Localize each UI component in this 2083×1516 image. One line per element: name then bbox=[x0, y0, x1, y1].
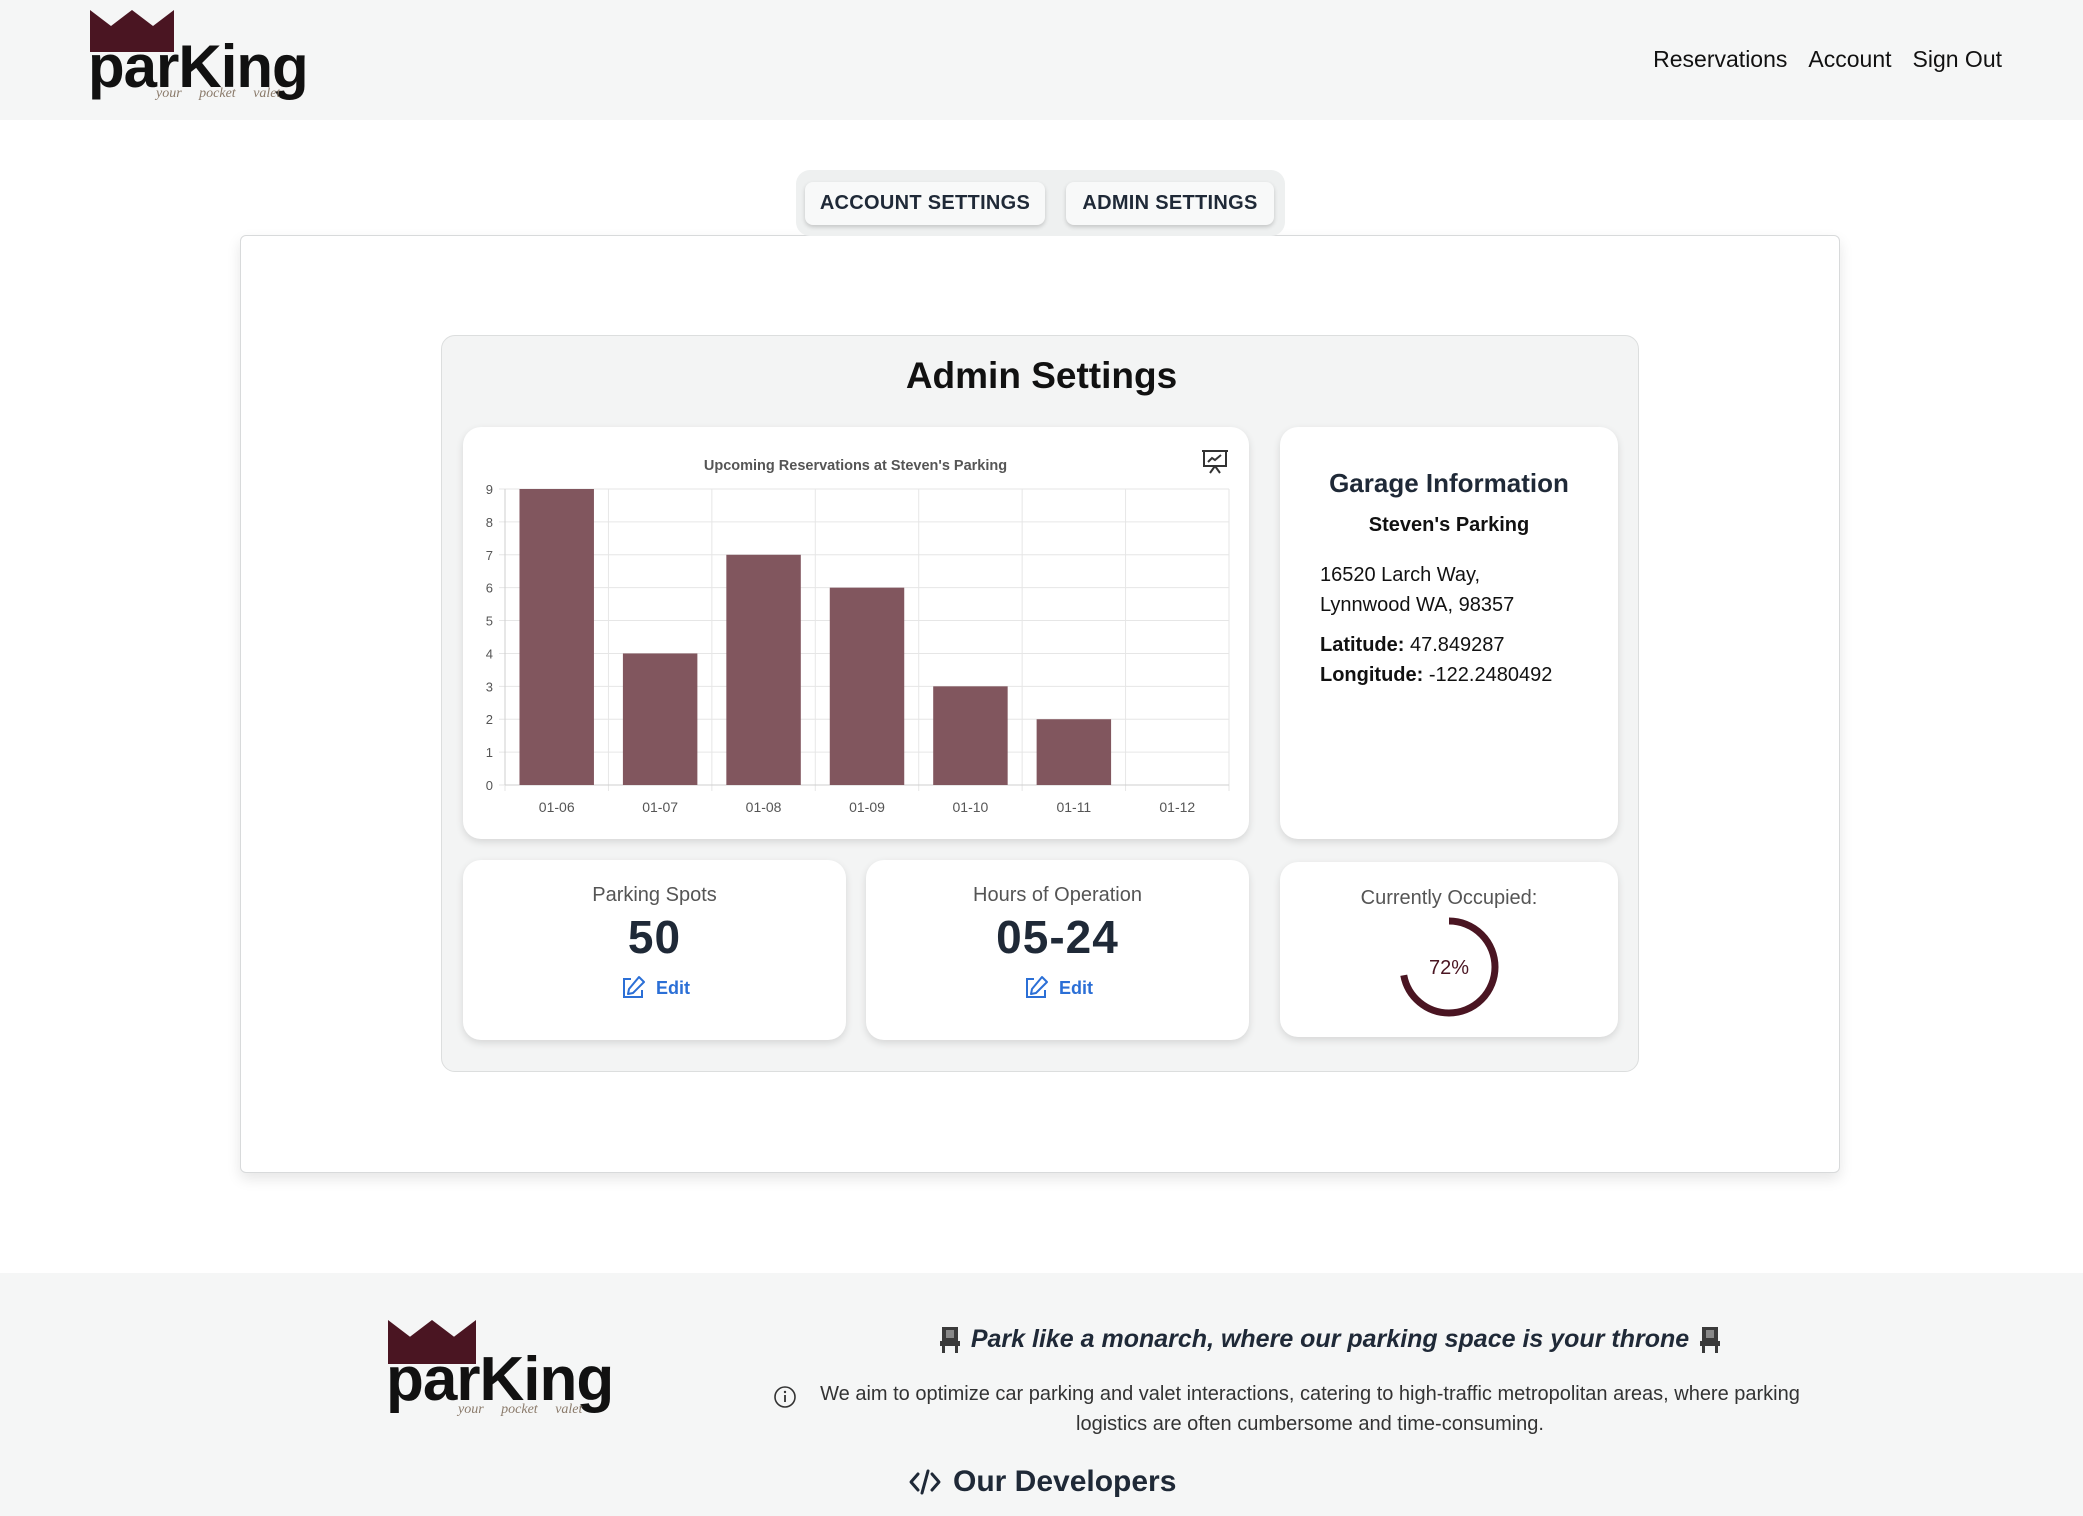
occupancy-percent: 72% bbox=[1429, 957, 1469, 979]
our-developers-heading: Our Developers bbox=[909, 1465, 1176, 1499]
header-logo[interactable]: parKing your pocket valet bbox=[88, 10, 318, 105]
x-tick-label: 01-10 bbox=[953, 799, 989, 815]
garage-longitude: Longitude: -122.2480492 bbox=[1320, 664, 1552, 687]
edit-label: Edit bbox=[656, 977, 690, 998]
x-tick-label: 01-09 bbox=[849, 799, 885, 815]
y-tick-label: 8 bbox=[486, 515, 493, 530]
latitude-value: 47.849287 bbox=[1410, 634, 1505, 656]
code-icon bbox=[909, 1469, 941, 1495]
throne-icon bbox=[939, 1326, 960, 1353]
y-tick-label: 1 bbox=[486, 745, 493, 760]
garage-name: Steven's Parking bbox=[1368, 514, 1530, 536]
tab-account-settings[interactable]: ACCOUNT SETTINGS bbox=[805, 182, 1045, 225]
nav-sign-out[interactable]: Sign Out bbox=[1913, 46, 2003, 73]
developers-label: Our Developers bbox=[953, 1465, 1177, 1498]
top-header: parKing your pocket valet Reservations A… bbox=[0, 0, 2083, 120]
throne-icon bbox=[1700, 1326, 1721, 1353]
chart-bar bbox=[726, 554, 801, 785]
longitude-label: Longitude: bbox=[1320, 664, 1424, 686]
y-tick-label: 0 bbox=[486, 778, 493, 793]
chart-bar bbox=[1036, 719, 1112, 785]
parking-spots-label: Parking Spots bbox=[592, 884, 717, 906]
chart-bar bbox=[519, 489, 594, 785]
parking-spots-value: 50 bbox=[627, 911, 682, 963]
nav-reservations[interactable]: Reservations bbox=[1653, 46, 1787, 73]
slogan-text: Park like a monarch, where our parking s… bbox=[970, 1325, 1690, 1353]
hours-label: Hours of Operation bbox=[973, 884, 1142, 906]
occupancy-label: Currently Occupied: bbox=[1360, 887, 1538, 909]
y-tick-label: 9 bbox=[486, 482, 493, 497]
x-tick-label: 01-08 bbox=[746, 799, 782, 815]
edit-hours-button[interactable]: Edit bbox=[1023, 975, 1093, 1001]
garage-address-line2: Lynnwood WA, 98357 bbox=[1320, 594, 1515, 616]
garage-address-line1: 16520 Larch Way, bbox=[1320, 564, 1481, 586]
y-tick-label: 7 bbox=[486, 548, 493, 563]
edit-parking-spots-button[interactable]: Edit bbox=[620, 975, 690, 1001]
footer-slogan: Park like a monarch, where our parking s… bbox=[580, 1325, 2080, 1361]
tab-admin-settings[interactable]: ADMIN SETTINGS bbox=[1066, 182, 1274, 225]
chart-bar bbox=[622, 653, 698, 785]
edit-icon bbox=[1026, 976, 1048, 998]
y-tick-label: 2 bbox=[486, 712, 493, 727]
chart-bar bbox=[933, 686, 1008, 785]
page-title: Admin Settings bbox=[905, 355, 1178, 396]
hours-value: 05-24 bbox=[996, 911, 1119, 963]
x-tick-label: 01-06 bbox=[539, 799, 575, 815]
latitude-label: Latitude: bbox=[1320, 634, 1405, 656]
edit-icon bbox=[623, 976, 645, 998]
y-tick-label: 5 bbox=[486, 614, 493, 629]
y-tick-label: 4 bbox=[486, 646, 493, 661]
garage-info-title: Garage Information bbox=[1329, 468, 1569, 498]
x-tick-label: 01-11 bbox=[1056, 799, 1091, 815]
footer-mission-text: We aim to optimize car parking and valet… bbox=[820, 1383, 1800, 1435]
top-nav: Reservations Account Sign Out bbox=[1653, 46, 2002, 73]
chart-bar bbox=[829, 587, 905, 785]
settings-tabs: ACCOUNT SETTINGS ADMIN SETTINGS bbox=[796, 170, 1285, 236]
y-tick-label: 3 bbox=[486, 679, 493, 694]
garage-latitude: Latitude: 47.849287 bbox=[1320, 634, 1505, 657]
y-tick-label: 6 bbox=[486, 581, 493, 596]
logo-tagline: your pocket valet bbox=[458, 1402, 583, 1417]
occupancy-gauge: 72% bbox=[1399, 917, 1499, 1017]
edit-label: Edit bbox=[1059, 977, 1093, 998]
x-tick-label: 01-07 bbox=[642, 799, 678, 815]
info-icon bbox=[774, 1386, 796, 1408]
logo-tagline: your pocket valet bbox=[156, 86, 281, 101]
nav-account[interactable]: Account bbox=[1808, 46, 1891, 73]
longitude-value: -122.2480492 bbox=[1428, 664, 1553, 686]
reservations-bar-chart: 0 1 2 3 4 5 6 7 8 9 01-06 01-07 01-08 01-09 01-10 01-11… bbox=[486, 482, 1230, 815]
x-tick-label: 01-12 bbox=[1159, 799, 1195, 815]
